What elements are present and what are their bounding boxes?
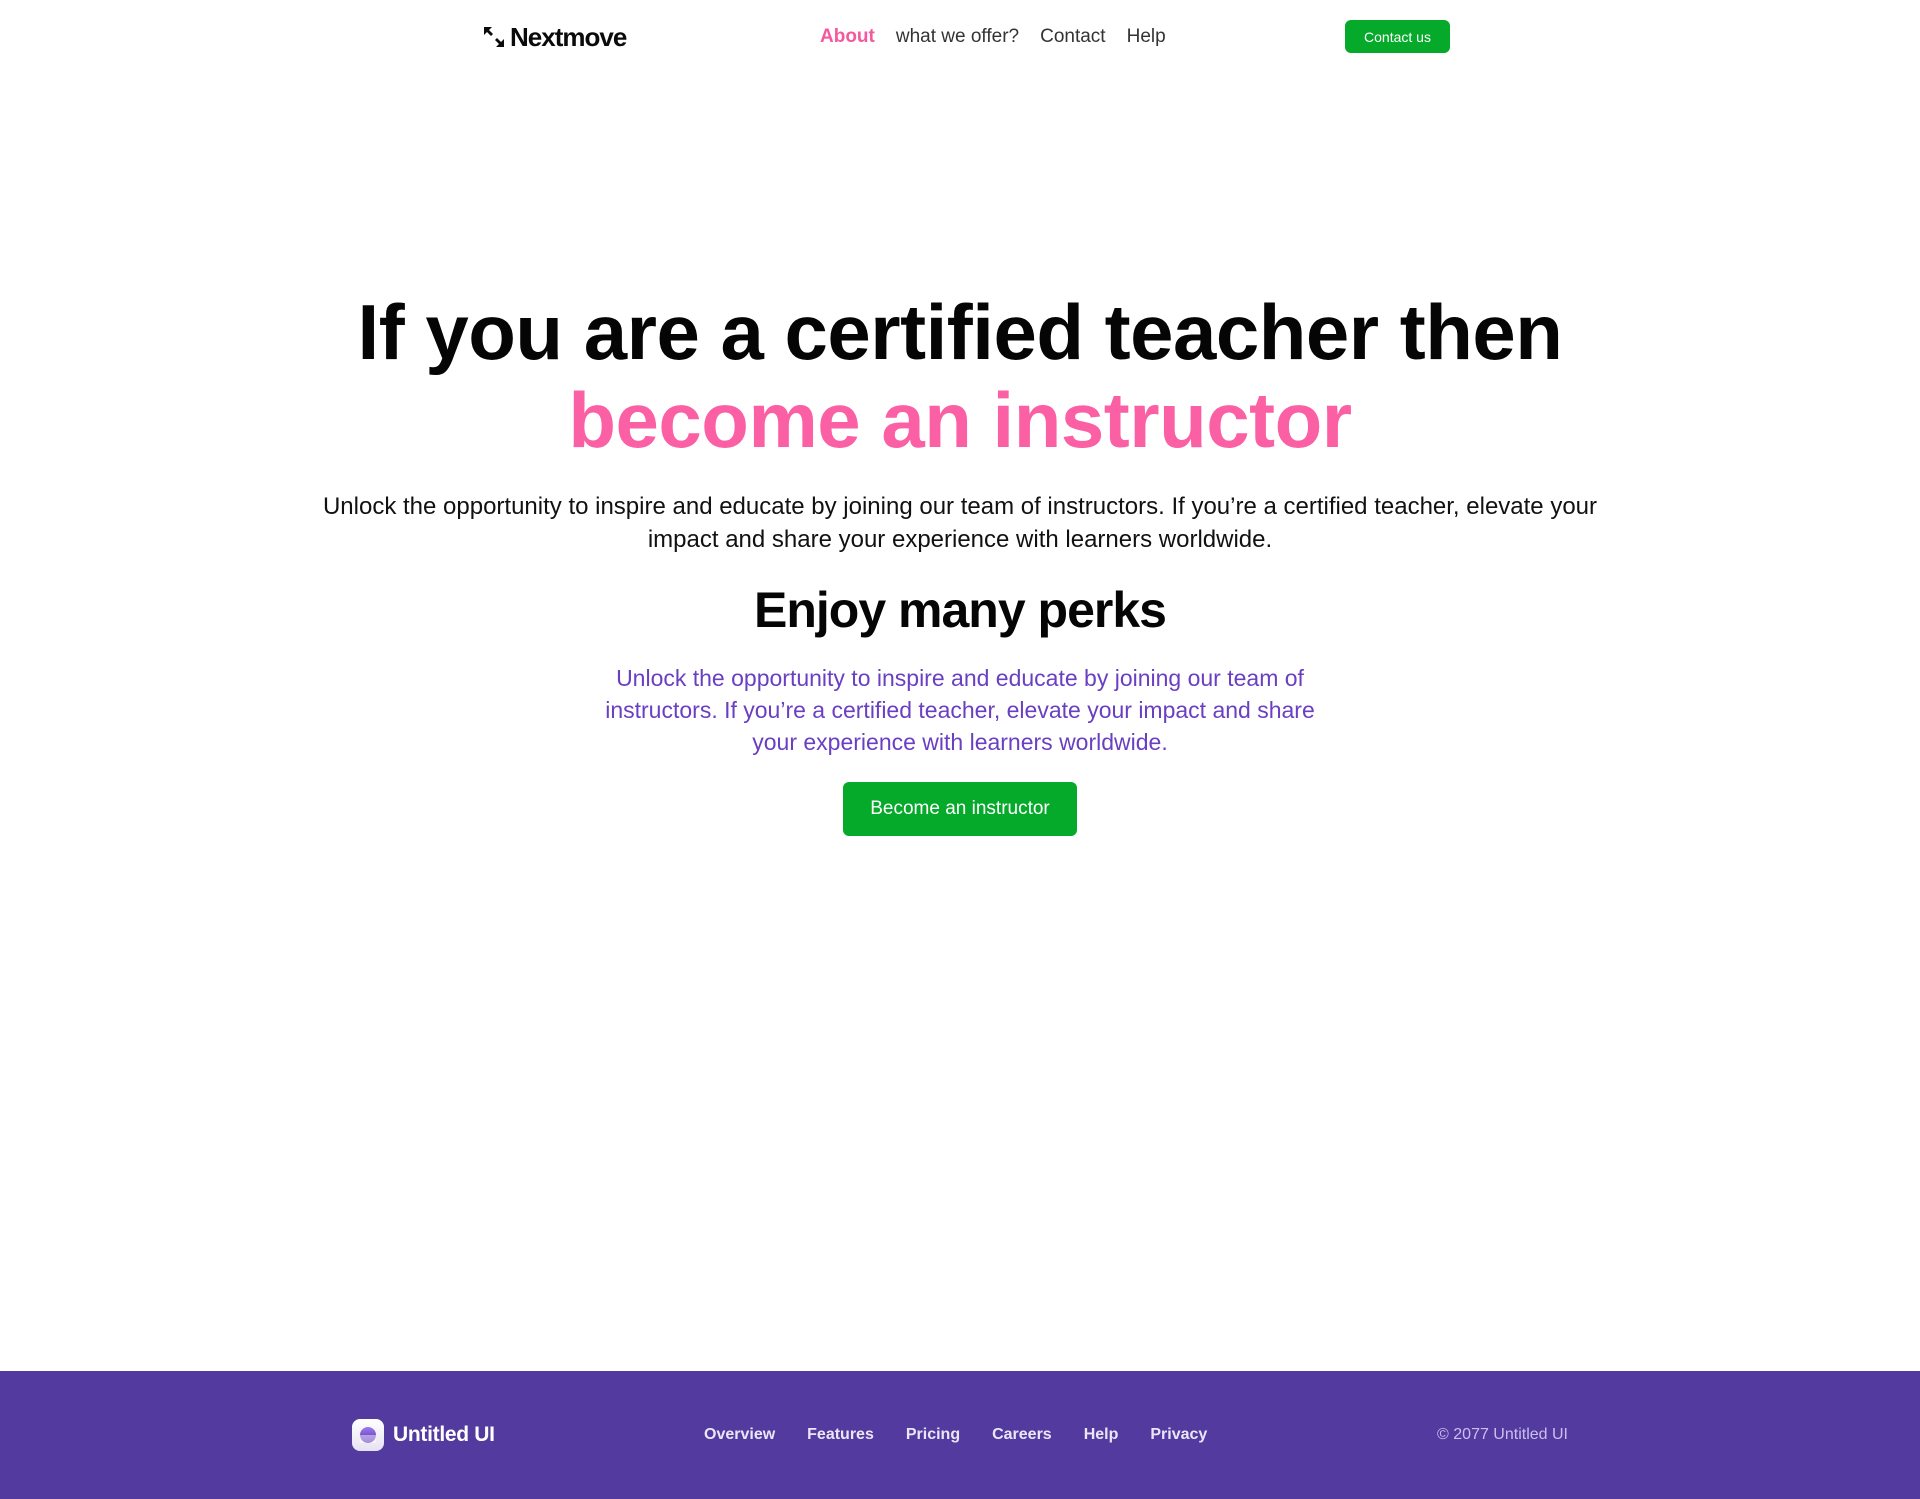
hero-title: If you are a certified teacher then beco… (0, 288, 1920, 464)
brand-name: Nextmove (510, 21, 627, 52)
arrows-converge-icon (482, 25, 506, 49)
footer-link-pricing[interactable]: Pricing (906, 1426, 960, 1444)
footer-brand[interactable]: Untitled UI (352, 1419, 495, 1451)
perks-title: Enjoy many perks (754, 582, 1167, 638)
nav-item-what-we-offer[interactable]: what we offer? (896, 26, 1019, 48)
footer-link-help[interactable]: Help (1084, 1426, 1119, 1444)
nav-item-contact[interactable]: Contact (1040, 26, 1105, 48)
perks-description: Unlock the opportunity to inspire and ed… (605, 665, 1315, 755)
footer-brand-name: Untitled UI (393, 1423, 495, 1446)
site-header: Nextmove About what we offer? Contact He… (0, 0, 1920, 74)
hero-description: Unlock the opportunity to inspire and ed… (322, 493, 1598, 553)
page: Nextmove About what we offer? Contact He… (0, 0, 1920, 1499)
nav-item-about[interactable]: About (820, 26, 875, 48)
footer-link-careers[interactable]: Careers (992, 1426, 1052, 1444)
footer-link-privacy[interactable]: Privacy (1150, 1426, 1207, 1444)
footer-copyright: © 2077 Untitled UI (1437, 1426, 1568, 1443)
footer-nav: Overview Features Pricing Careers Help P… (704, 1421, 1207, 1449)
hero-title-accent: become an instructor (568, 376, 1352, 464)
become-instructor-button[interactable]: Become an instructor (843, 782, 1077, 836)
hero-title-line-1: If you are a certified teacher then (357, 288, 1563, 376)
footer-link-features[interactable]: Features (807, 1426, 874, 1444)
footer-link-overview[interactable]: Overview (704, 1426, 775, 1444)
brand-logo[interactable]: Nextmove (482, 20, 627, 54)
nav-item-help[interactable]: Help (1127, 26, 1166, 48)
main-nav: About what we offer? Contact Help (820, 22, 1166, 52)
site-footer: Untitled UI Overview Features Pricing Ca… (0, 1371, 1920, 1499)
untitled-ui-logo-icon (352, 1419, 384, 1451)
contact-us-button[interactable]: Contact us (1345, 20, 1450, 53)
